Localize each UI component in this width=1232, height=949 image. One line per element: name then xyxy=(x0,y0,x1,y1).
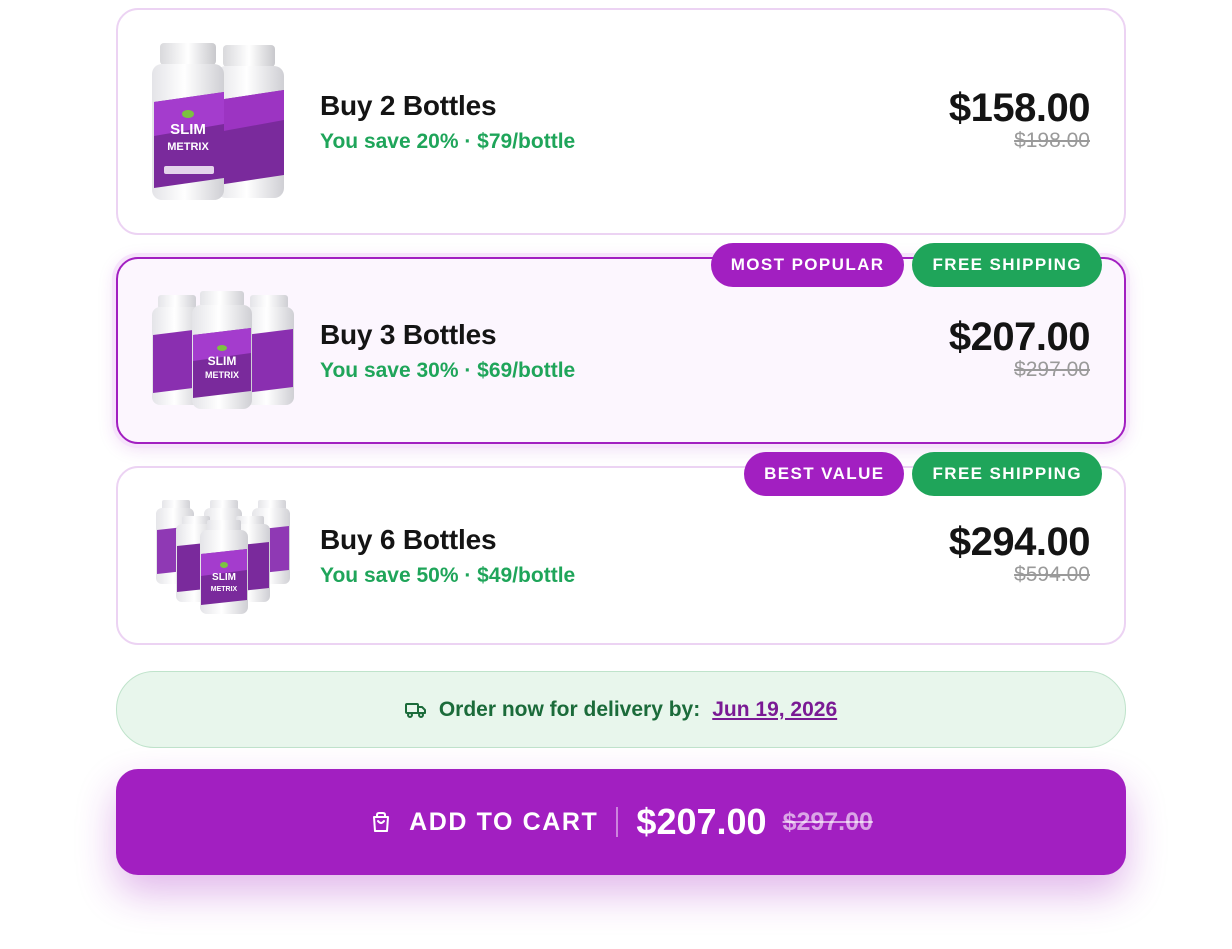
delivery-text: Order now for delivery by: xyxy=(438,697,701,721)
add-to-cart-button[interactable]: ADD TO CART $207.00 $297.00 xyxy=(116,769,1126,875)
cart-price: $207.00 xyxy=(636,801,767,842)
three-bottles-image: SLIM METRIX xyxy=(152,291,294,409)
delivery-banner: Order now for delivery by: Jun 19, 2026 xyxy=(116,671,1126,748)
offer-card-2-bottles[interactable]: SLIM METRIX Buy 2 Bottles You save 20% ·… xyxy=(116,8,1126,235)
truck-icon xyxy=(404,702,426,718)
offer-old-price: $198.00 xyxy=(1014,129,1090,152)
svg-text:SLIM: SLIM xyxy=(212,572,236,583)
svg-text:METRIX: METRIX xyxy=(205,370,239,380)
offer-price: $158.00 xyxy=(948,86,1091,130)
add-to-cart-label: ADD TO CART xyxy=(409,807,599,836)
offer-prices: $207.00 $297.00 xyxy=(948,315,1091,381)
offer-title: Buy 2 Bottles xyxy=(320,90,497,121)
offer-info: Buy 3 Bottles You save 30% · $69/bottle xyxy=(320,319,575,383)
free-shipping-badge: FREE SHIPPING xyxy=(912,243,1102,287)
svg-text:SLIM: SLIM xyxy=(170,121,206,138)
offer-savings: You save 30% · $69/bottle xyxy=(320,359,576,382)
offer-old-price: $297.00 xyxy=(1014,358,1090,381)
offer-savings: You save 50% · $49/bottle xyxy=(320,564,576,587)
six-bottles-image: SLIM METRIX xyxy=(156,500,290,614)
two-bottles-image: SLIM METRIX xyxy=(152,43,284,200)
delivery-date-link[interactable]: Jun 19, 2026 xyxy=(712,698,837,722)
divider xyxy=(616,807,619,837)
offer-info: Buy 6 Bottles You save 50% · $49/bottle xyxy=(320,524,575,588)
offer-prices: $294.00 $594.00 xyxy=(948,520,1091,586)
free-shipping-badge: FREE SHIPPING xyxy=(912,452,1102,496)
offer-title: Buy 3 Bottles xyxy=(320,319,497,350)
offer-price: $294.00 xyxy=(948,520,1091,564)
offer-price: $207.00 xyxy=(948,315,1091,359)
offer-card-3-bottles[interactable]: MOST POPULAR FREE SHIPPING SLIM METRIX B… xyxy=(116,243,1126,444)
offer-badges: MOST POPULAR FREE SHIPPING xyxy=(710,243,1102,287)
most-popular-badge: MOST POPULAR xyxy=(710,243,905,287)
offer-badges: BEST VALUE FREE SHIPPING xyxy=(744,452,1102,496)
offer-prices: $158.00 $198.00 xyxy=(948,86,1091,152)
shopping-bag-icon xyxy=(373,812,390,832)
offer-title: Buy 6 Bottles xyxy=(320,524,497,555)
svg-text:METRIX: METRIX xyxy=(211,586,238,593)
cart-old-price: $297.00 xyxy=(782,807,873,836)
offer-selector: SLIM METRIX Buy 2 Bottles You save 20% ·… xyxy=(0,0,1232,949)
offer-card-6-bottles[interactable]: BEST VALUE FREE SHIPPING SLIM METRIX Buy… xyxy=(116,452,1126,645)
svg-text:METRIX: METRIX xyxy=(167,141,209,153)
best-value-badge: BEST VALUE xyxy=(744,452,905,496)
offer-info: Buy 2 Bottles You save 20% · $79/bottle xyxy=(320,90,575,154)
offer-savings: You save 20% · $79/bottle xyxy=(320,130,576,153)
svg-text:SLIM: SLIM xyxy=(208,354,237,368)
offer-old-price: $594.00 xyxy=(1014,563,1090,586)
